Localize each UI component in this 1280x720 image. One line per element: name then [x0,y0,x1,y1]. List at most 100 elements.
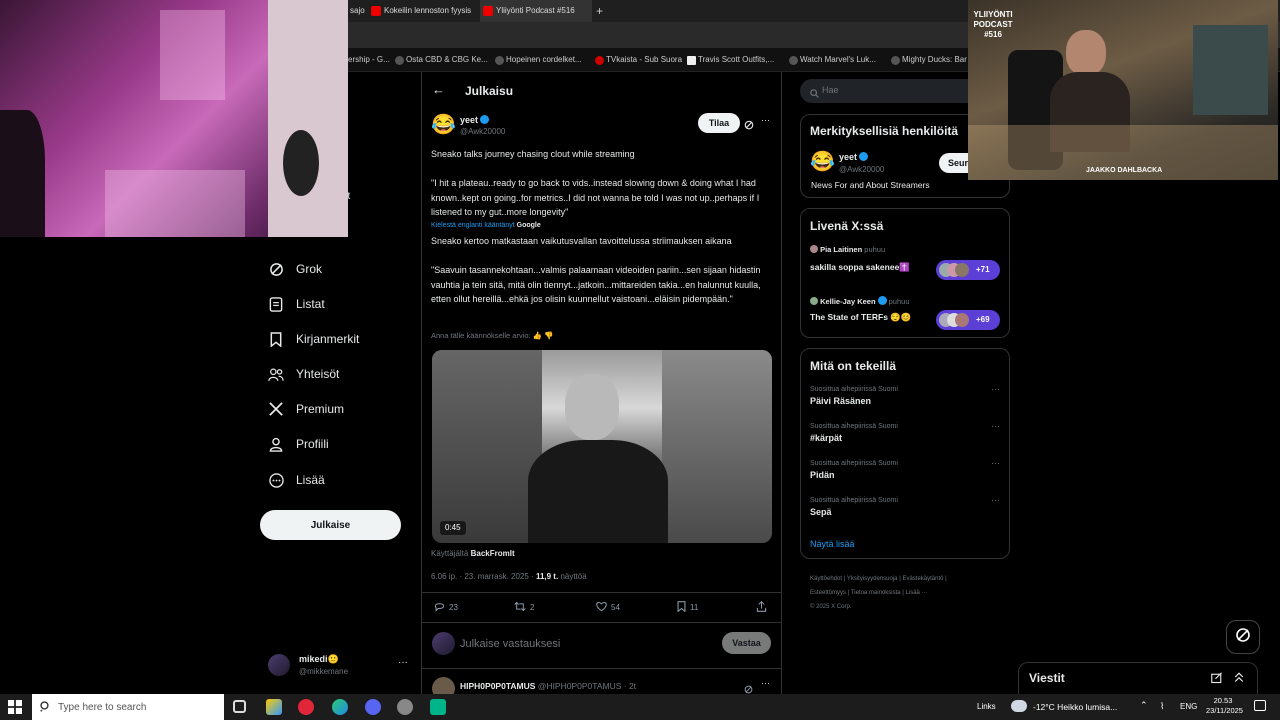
chevron-up-icon[interactable]: ⌃ [1140,700,1148,711]
reply-input[interactable]: Julkaise vastauksesi [460,638,560,650]
avatar[interactable]: 😂 [810,150,835,174]
sidebar-item-label: Grok [296,262,323,276]
sidebar-item-communities[interactable]: Yhteisöt [268,359,339,389]
sidebar-item-more[interactable]: Lisää [268,465,325,495]
trend-item[interactable]: Suosittua aihepiirissä Suomi Pidän ··· [810,458,1000,480]
space-title[interactable]: sakilla soppa sakenee✝️ [810,262,910,273]
post-button[interactable]: Julkaise [260,510,401,540]
tweet-timestamp[interactable]: 6.06 ip. · 23. marrask. 2025 · [431,572,534,581]
sidebar-item-profile[interactable]: Profiili [268,429,329,459]
notification-icon[interactable] [1254,700,1266,711]
search-icon [40,701,51,715]
footer-link[interactable]: Tietoa mainoksista [851,590,901,596]
heart-icon [596,601,607,614]
edge-icon[interactable] [332,699,348,715]
space-host: Pia Laitinen puhuu [810,245,885,254]
sidebar-item-label: Profiili [296,437,329,451]
language-indicator[interactable]: ENG [1180,702,1197,711]
reply-button[interactable]: Vastaa [722,632,771,654]
bookmark-item[interactable]: Hopeinen cordelket... [494,48,582,72]
subscribe-button[interactable]: Tilaa [698,113,740,133]
author-name[interactable]: HIPH0P0P0TAMUS [460,681,535,691]
divider [422,622,781,623]
back-arrow-icon[interactable]: ← [432,82,445,97]
new-tab-button[interactable]: + [596,0,610,22]
footer-link[interactable]: Evästekäytäntö [902,576,943,582]
discord-icon[interactable] [365,699,381,715]
weather-text[interactable]: -12°C Heikko lumisa... [1033,702,1117,712]
bookmark-item[interactable]: TVkaista - Sub Suora [594,48,682,72]
new-message-icon[interactable] [1211,671,1223,689]
author-name: yeet [460,115,479,125]
grok-icon[interactable] [744,117,754,135]
thumbs-up-icon[interactable]: 👍 [533,331,542,340]
avatar[interactable]: 😂 [431,113,456,137]
sidebar-item-premium[interactable]: Premium [268,394,344,424]
browser-tab[interactable]: sajo [348,0,368,22]
app-taskbar-icon[interactable] [266,699,282,715]
space-title[interactable]: The State of TERFs 😌😊 [810,312,911,323]
more-dots-icon[interactable]: ··· [991,495,1000,505]
more-dots-icon[interactable]: ··· [991,458,1000,468]
video-player[interactable]: 0:45 [432,350,772,543]
like-action[interactable]: 54 [596,601,620,614]
youtube-icon [371,6,381,16]
sidebar-item-bookmarks[interactable]: Kirjanmerkit [268,324,359,354]
space-listeners[interactable]: +71 [936,260,1000,280]
video-source-user[interactable]: BackFromIt [471,549,515,558]
taskbar-links[interactable]: Links [977,702,996,711]
translation-source[interactable]: Kielestä englanti kääntänyt [431,222,515,229]
wall-panel [268,0,348,237]
bookmark-item[interactable]: Travis Scott Outfits,... [686,48,774,72]
thumbs-down-icon[interactable]: 👎 [544,331,553,340]
bookmark-item[interactable]: ership - G... [348,48,390,72]
chevron-up-icon[interactable] [1233,670,1245,688]
footer-links: Käyttöehdot | Yksityisyydensuoja | Eväst… [810,576,947,610]
taskbar-search-input[interactable]: Type here to search [32,694,224,720]
sidebar-item-lists[interactable]: Listat [268,289,325,319]
messages-drawer[interactable]: Viestit [1018,662,1258,694]
grok-icon[interactable] [744,681,753,694]
grok-floating-button[interactable] [1226,620,1260,654]
footer-link[interactable]: Yksityisyydensuoja [847,576,898,582]
account-switcher[interactable]: mikedi🙂 @mikkemane ··· [268,652,410,680]
more-dots-icon[interactable]: ··· [991,421,1000,431]
bookmark-item[interactable]: Watch Marvel's Luk... [788,48,876,72]
app-taskbar-icon[interactable] [430,699,446,715]
author-name-row[interactable]: yeet [839,152,869,162]
sidebar-item-grok[interactable]: Grok [268,254,322,284]
network-icon[interactable]: ⌇ [1160,701,1164,712]
app-taskbar-icon[interactable] [397,699,413,715]
more-dots-icon[interactable]: ··· [991,384,1000,394]
show-more-link[interactable]: Näytä lisää [810,539,855,549]
repost-action[interactable]: 2 [514,601,534,614]
reply-action[interactable]: 23 [434,601,458,614]
task-view-icon[interactable] [233,700,246,713]
bookmark-icon [677,601,686,614]
browser-tab[interactable]: Kokeilin lennoston fyysis [368,0,480,22]
share-icon[interactable] [756,601,767,612]
opera-gx-icon[interactable] [298,699,314,715]
bookmark-item[interactable]: Mighty Ducks: Bar [890,48,967,72]
profile-icon [268,436,284,452]
avatar [955,313,969,327]
browser-tab-active[interactable]: Yliiyönti Podcast #516 [480,0,592,22]
footer-link[interactable]: Esteettömyys [810,590,846,596]
author-name-row[interactable]: yeet [460,115,490,125]
trend-item[interactable]: Suosittua aihepiirissä Suomi Sepä ··· [810,495,1000,517]
space-listeners[interactable]: +69 [936,310,1000,330]
more-dots-icon[interactable]: ··· [761,115,770,125]
footer-link[interactable]: Lisää ··· [906,590,928,596]
repost-icon [514,601,526,614]
bookmark-action[interactable]: 11 [677,601,698,614]
avatar[interactable] [432,677,455,694]
search-input[interactable]: Hae [800,79,980,103]
windows-start-icon[interactable] [8,700,22,719]
trend-item[interactable]: Suosittua aihepiirissä Suomi #kärpät ··· [810,421,1000,443]
bookmark-item[interactable]: Osta CBD & CBG Ke... [394,48,488,72]
clock[interactable]: 20.53 23/11/2025 [1206,696,1243,716]
building-left [432,350,542,543]
trend-item[interactable]: Suosittua aihepiirissä Suomi Päivi Räsäne… [810,384,1000,406]
footer-link[interactable]: Käyttöehdot [810,576,842,582]
more-dots-icon[interactable]: ··· [761,678,770,688]
